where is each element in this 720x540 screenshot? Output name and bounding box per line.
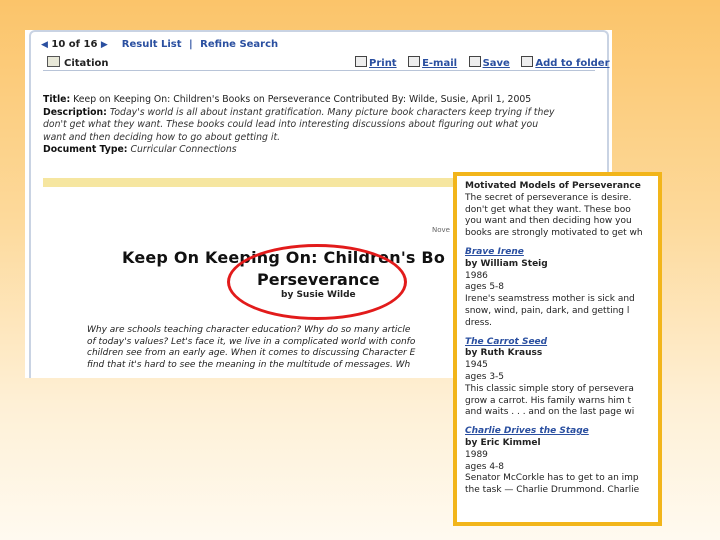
save-tool[interactable]: Save <box>468 56 510 69</box>
book-year: 1986 <box>465 270 488 281</box>
doctype-row: Document Type: Curricular Connections <box>43 144 237 155</box>
description-line: Today's world is all about instant grati… <box>109 106 555 118</box>
title-row: Title: Keep on Keeping On: Children's Bo… <box>43 94 532 105</box>
save-icon <box>468 56 481 67</box>
book-summary-line: Irene's seamstress mother is sick and <box>465 294 635 305</box>
book-list-inset: Motivated Models of Perseverance The sec… <box>453 172 662 526</box>
save-link[interactable]: Save <box>483 58 510 69</box>
add-to-folder-tool[interactable]: Add to folder <box>521 56 610 69</box>
result-navigation: ◀ 10 of 16 ▶ Result List | Refine Search <box>41 39 278 50</box>
book-summary-line: This classic simple story of persevera <box>465 383 634 394</box>
book-author: by William Steig <box>465 258 548 269</box>
citation-icon <box>47 56 60 67</box>
book-summary-line: grow a carrot. His family warns him t <box>465 395 632 406</box>
book-year: 1945 <box>465 360 488 371</box>
result-position: 10 of 16 <box>51 39 98 50</box>
book-author: by Eric Kimmel <box>465 437 541 448</box>
book-ages: ages 3-5 <box>465 371 505 382</box>
book-ages: ages 4-8 <box>465 461 505 472</box>
email-tool[interactable]: E-mail <box>408 56 457 69</box>
previous-arrow-icon[interactable]: ◀ <box>41 40 48 50</box>
date-fragment: Nove <box>432 226 450 234</box>
nav-separator: | <box>189 39 193 50</box>
header-divider <box>43 70 595 71</box>
print-icon <box>355 56 367 67</box>
add-to-folder-link[interactable]: Add to folder <box>535 58 609 69</box>
record-tools: Print E-mail Save Add to folder <box>355 56 612 69</box>
result-list-link[interactable]: Result List <box>122 39 182 50</box>
refine-search-link[interactable]: Refine Search <box>200 39 278 50</box>
book-summary-line: snow, wind, pain, dark, and getting l <box>465 305 630 316</box>
book-summary-line: Senator McCorkle has to get to an imp <box>465 473 639 484</box>
print-tool[interactable]: Print <box>355 56 397 69</box>
email-icon <box>408 56 421 67</box>
folder-icon <box>521 56 534 67</box>
doctype-value: Curricular Connections <box>130 144 237 155</box>
book-ages: ages 5-8 <box>465 282 505 293</box>
email-link[interactable]: E-mail <box>422 58 457 69</box>
book-author: by Ruth Krauss <box>465 348 543 359</box>
description-line: want and then deciding how to go about g… <box>43 131 281 143</box>
book-year: 1989 <box>465 449 488 460</box>
book-summary-line: dress. <box>465 317 492 328</box>
inset-heading: Motivated Models of Perseverance <box>465 181 641 191</box>
description-row: Description: Today's world is all about … <box>43 106 555 118</box>
print-link[interactable]: Print <box>369 58 397 69</box>
book-title-link[interactable]: Brave Irene <box>465 247 658 259</box>
record-metadata: Title: Keep on Keeping On: Children's Bo… <box>43 94 603 157</box>
highlight-ellipse <box>227 244 407 320</box>
inset-intro-line: books are strongly motivated to get wh <box>465 228 643 239</box>
description-line: don't get what they want. These books co… <box>43 119 539 130</box>
next-arrow-icon[interactable]: ▶ <box>101 40 108 50</box>
book-summary-line: the task — Charlie Drummond. Charlie <box>465 485 640 496</box>
inset-content: Motivated Models of Perseverance The sec… <box>465 181 658 497</box>
book-summary-line: and waits . . . and on the last page wi <box>465 407 635 418</box>
title-value: Keep on Keeping On: Children's Books on … <box>73 94 532 105</box>
inset-intro-line: don't get what they want. These boo <box>465 204 631 215</box>
inset-intro-line: The secret of perseverance is desire. <box>465 192 632 203</box>
book-title-link[interactable]: Charlie Drives the Stage <box>465 426 658 438</box>
citation-heading: Citation <box>47 56 109 69</box>
book-title-link[interactable]: The Carrot Seed <box>465 337 658 349</box>
inset-intro-line: you want and then deciding how you <box>465 216 632 227</box>
